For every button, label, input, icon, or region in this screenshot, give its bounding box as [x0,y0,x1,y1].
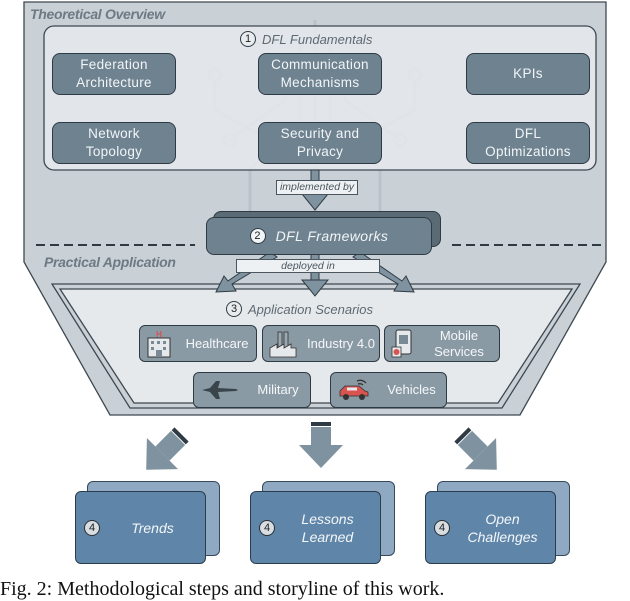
fundamental-dfl-optimizations: DFL Optimizations [466,122,590,164]
connector-deployed-in: deployed in [236,259,380,273]
result-label-line: Challenges [467,528,538,545]
result-label: Lessons Learned [275,510,380,546]
scenario-mobile-services: Mobile Services [384,325,500,362]
step1-title: 1 DFL Fundamentals [240,31,372,47]
step-number-badge: 4 [434,519,450,536]
fundamental-communication-mechanisms: Communication Mechanisms [258,53,382,95]
step2-frameworks: 2 DFL Frameworks [206,217,432,255]
scenario-label: Vehicles [387,382,436,397]
box-line: Network [88,126,140,141]
result-open-challenges: 4 Open Challenges [425,491,556,564]
mobile-phone-icon [391,329,412,357]
figure-caption: Fig. 2: Methodological steps and storyli… [0,578,445,600]
result-label-line: Trends [131,519,174,536]
scenario-label: Military [257,382,299,397]
step3-title: 3 Application Scenarios [226,301,373,317]
box-line: DFL [514,126,542,141]
scenario-military: Military [193,372,311,408]
fundamental-network-topology: Network Topology [52,122,176,164]
scenario-vehicles: Vehicles [330,372,447,408]
scenario-label-line: Mobile [439,327,479,343]
result-label: Trends [100,519,205,537]
result-lessons-learned: 4 Lessons Learned [250,491,381,564]
step-number-badge: 4 [84,519,100,536]
scenario-label-line: Services [434,343,484,359]
step-number-badge: 2 [249,228,266,244]
section-title-practical: Practical Application [44,254,176,270]
result-label-line: Open [485,510,520,527]
step1-label: DFL Fundamentals [262,31,373,47]
box-line: Architecture [76,75,152,90]
box-line: Communication [271,57,369,72]
box-line: Federation [80,57,148,72]
connector-implemented-by: implemented by [276,180,358,195]
step2-label: DFL Frameworks [275,228,389,244]
result-label-line: Learned [301,528,354,545]
section-title-theoretical: Theoretical Overview [30,6,165,22]
box-line: Topology [85,144,143,159]
fighter-jet-icon [202,381,238,399]
scenario-label: Industry 4.0 [307,335,375,351]
box-line: Optimizations [485,144,571,159]
result-trends: 4 Trends [75,491,206,564]
box-line: Mechanisms [280,75,360,90]
step3-label: Application Scenarios [248,301,374,317]
box-line: Security and [280,126,360,141]
scenario-healthcare: H Healthcare [139,325,257,362]
step-number-badge: 4 [259,519,275,536]
result-label: Open Challenges [450,510,555,546]
connected-car-icon [339,379,369,400]
fundamental-federation-architecture: Federation Architecture [52,53,176,95]
scenario-label: Healthcare [185,335,249,351]
arrow-to-lessons [299,422,343,468]
svg-text:H: H [156,330,162,339]
arrow-to-challenges [454,427,497,470]
arrow-to-trends [146,427,189,470]
step-number-badge: 1 [240,31,256,47]
result-label-line: Lessons [301,510,354,527]
scenario-label: Mobile Services [419,328,499,360]
fundamental-security-privacy: Security and Privacy [258,122,382,164]
scenario-industry-4-0: Industry 4.0 [262,325,380,362]
step-number-badge: 3 [226,301,242,317]
box-line: KPIs [513,66,543,81]
hospital-icon: H [147,330,171,357]
factory-icon [269,331,297,357]
fundamental-kpis: KPIs [466,53,590,95]
box-line: Privacy [296,144,344,159]
